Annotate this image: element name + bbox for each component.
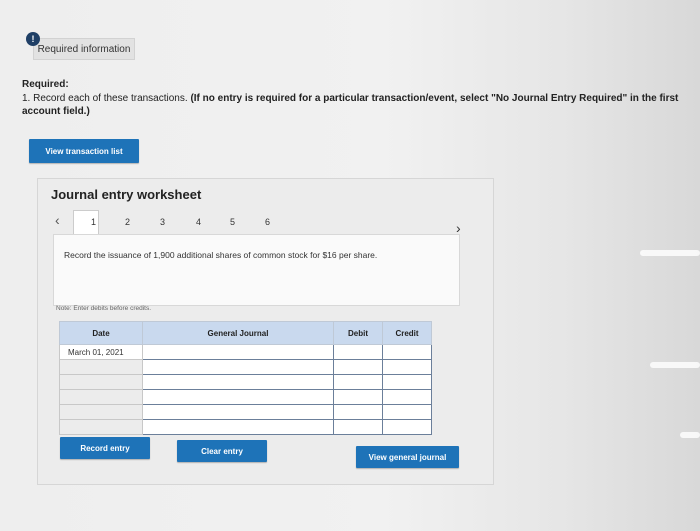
date-cell[interactable]: March 01, 2021 [59,344,143,360]
account-input[interactable] [142,344,334,360]
credit-input[interactable] [382,419,432,435]
instructions: 1. Record each of these transactions. (I… [22,92,692,118]
debit-input[interactable] [333,374,383,390]
account-input[interactable] [142,374,334,390]
credit-input[interactable] [382,389,432,405]
view-transaction-list-button[interactable]: View transaction list [29,139,139,163]
table-row [59,404,432,420]
tab-5[interactable]: 5 [230,217,235,227]
date-cell [59,374,143,390]
debit-header: Debit [333,321,383,345]
table-row [59,419,432,435]
screen-glare [650,362,700,368]
tab-6[interactable]: 6 [265,217,270,227]
credit-input[interactable] [382,404,432,420]
date-cell [59,404,143,420]
general-journal-header: General Journal [142,321,334,345]
account-input[interactable] [142,359,334,375]
table-row: March 01, 2021 [59,344,432,360]
table-row [59,389,432,405]
date-cell [59,389,143,405]
account-input[interactable] [142,404,334,420]
credit-input[interactable] [382,374,432,390]
screen-glare [680,432,700,438]
date-cell [59,359,143,375]
account-input[interactable] [142,419,334,435]
chevron-left-icon[interactable]: ‹ [55,212,60,228]
alert-icon: ! [26,32,40,46]
debit-input[interactable] [333,389,383,405]
view-general-journal-button[interactable]: View general journal [356,446,459,468]
account-input[interactable] [142,389,334,405]
date-cell [59,419,143,435]
date-header: Date [59,321,143,345]
credit-header: Credit [382,321,432,345]
tab-2[interactable]: 2 [125,217,130,227]
journal-table: Date General Journal Debit Credit March … [59,321,432,435]
credit-input[interactable] [382,359,432,375]
instruction-text: 1. Record each of these transactions. [22,93,191,104]
worksheet-title: Journal entry worksheet [51,187,202,202]
transaction-description-box: Record the issuance of 1,900 additional … [53,234,460,306]
screen-glare [640,250,700,256]
table-row [59,359,432,375]
debit-input[interactable] [333,419,383,435]
debit-input[interactable] [333,359,383,375]
transaction-description: Record the issuance of 1,900 additional … [64,250,378,260]
record-entry-button[interactable]: Record entry [60,437,150,459]
credit-input[interactable] [382,344,432,360]
tab-4[interactable]: 4 [196,217,201,227]
chevron-right-icon[interactable]: › [456,220,461,236]
debit-input[interactable] [333,344,383,360]
debit-input[interactable] [333,404,383,420]
table-row [59,374,432,390]
clear-entry-button[interactable]: Clear entry [177,440,267,462]
tab-3[interactable]: 3 [160,217,165,227]
debits-note: Note: Enter debits before credits. [56,305,152,312]
tab-1[interactable]: 1 [91,217,96,227]
required-information-tab[interactable]: Required information [33,38,135,60]
required-heading: Required: [22,79,69,90]
